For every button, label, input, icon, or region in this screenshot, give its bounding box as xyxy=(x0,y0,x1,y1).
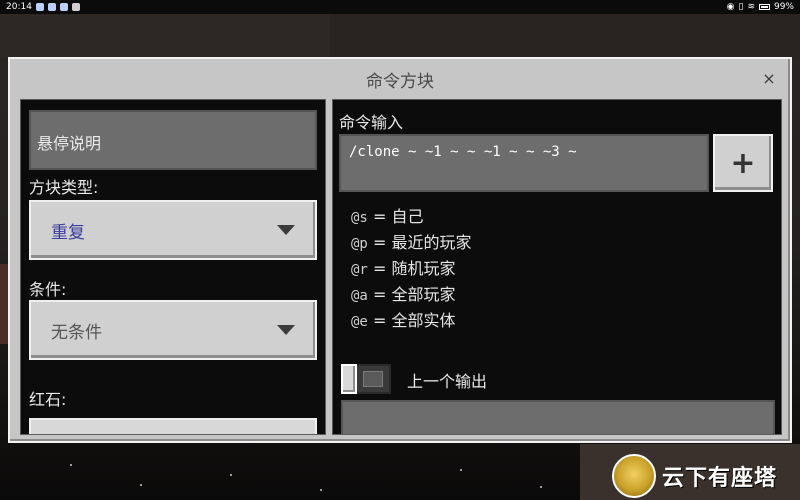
selector-desc: 全部玩家 xyxy=(391,285,456,304)
add-button[interactable]: + xyxy=(713,134,773,192)
block-type-value: 重复 xyxy=(51,222,85,243)
selector-help-list: @s = 自己 @p = 最近的玩家 @r = 随机玩家 @a = 全部玩家 @… xyxy=(351,204,471,334)
plus-icon: + xyxy=(730,145,756,181)
condition-label: 条件: xyxy=(29,280,67,299)
world-block xyxy=(0,264,8,344)
command-input-label: 命令输入 xyxy=(339,113,404,132)
watermark: 云下有座塔 xyxy=(612,452,800,500)
redstone-dropdown[interactable] xyxy=(29,418,317,434)
selector-row: @e = 全部实体 xyxy=(351,311,456,330)
selector-row: @p = 最近的玩家 xyxy=(351,233,472,252)
previous-output-toggle[interactable] xyxy=(341,364,391,394)
watermark-text: 云下有座塔 xyxy=(662,466,778,491)
condition-value: 无条件 xyxy=(51,322,102,343)
selector-desc: 自己 xyxy=(391,207,424,226)
command-input[interactable]: /clone ~ ~1 ~ ~ ~1 ~ ~ ~3 ~ xyxy=(339,134,709,192)
status-bar: 20:14 ◉ ▯ ≋ 99% xyxy=(0,0,800,14)
selector-key: @s xyxy=(351,210,368,226)
block-type-dropdown[interactable]: 重复 xyxy=(29,200,317,260)
battery-icon xyxy=(758,4,770,10)
hover-note-input[interactable]: 悬停说明 xyxy=(29,110,317,170)
battery-level: 99% xyxy=(773,2,794,12)
previous-output-field xyxy=(341,400,775,434)
app-notification-icon xyxy=(71,3,80,11)
chevron-down-icon xyxy=(277,225,295,235)
settings-panel: 悬停说明 方块类型: 重复 条件: 无条件 红石: xyxy=(20,99,326,435)
star xyxy=(140,484,142,486)
selector-key: @r xyxy=(351,262,368,278)
selector-row: @s = 自己 xyxy=(351,207,424,226)
block-type-label: 方块类型: xyxy=(29,178,99,197)
star xyxy=(460,469,462,471)
command-panel: 命令输入 /clone ~ ~1 ~ ~ ~1 ~ ~ ~3 ~ + @s = … xyxy=(332,99,782,435)
chevron-down-icon xyxy=(277,325,295,335)
world-block xyxy=(0,14,330,58)
star xyxy=(70,464,72,466)
toggle-track xyxy=(363,371,383,387)
star xyxy=(540,486,542,488)
selector-row: @a = 全部玩家 xyxy=(351,285,456,304)
close-icon: × xyxy=(762,68,776,88)
dialog-title: 命令方块 xyxy=(366,71,434,92)
clock: 20:14 xyxy=(6,2,32,12)
selector-desc: 最近的玩家 xyxy=(391,233,472,252)
selector-key: @a xyxy=(351,288,368,304)
star xyxy=(320,489,322,491)
selector-row: @r = 随机玩家 xyxy=(351,259,456,278)
redstone-label: 红石: xyxy=(29,390,67,409)
close-button[interactable]: × xyxy=(760,68,778,88)
hover-note-placeholder: 悬停说明 xyxy=(37,134,102,153)
watermark-logo xyxy=(612,454,656,498)
dialog-titlebar: 命令方块 × xyxy=(10,59,790,99)
eye-icon: ◉ xyxy=(726,2,735,12)
command-block-dialog: 命令方块 × 悬停说明 方块类型: 重复 条件: 无条件 红石: 命令输入 /c… xyxy=(8,57,792,443)
selector-desc: 全部实体 xyxy=(391,311,456,330)
app-notification-icon xyxy=(35,3,44,11)
previous-output-label: 上一个输出 xyxy=(407,372,488,391)
world-block xyxy=(330,14,800,58)
star xyxy=(230,474,232,476)
app-notification-icon xyxy=(47,3,56,11)
vibrate-icon: ▯ xyxy=(738,2,744,12)
selector-key: @p xyxy=(351,236,368,252)
selector-desc: 随机玩家 xyxy=(391,259,456,278)
toggle-thumb[interactable] xyxy=(341,364,357,394)
wifi-icon: ≋ xyxy=(747,2,755,12)
app-notification-icon xyxy=(59,3,68,11)
condition-dropdown[interactable]: 无条件 xyxy=(29,300,317,360)
selector-key: @e xyxy=(351,314,368,330)
